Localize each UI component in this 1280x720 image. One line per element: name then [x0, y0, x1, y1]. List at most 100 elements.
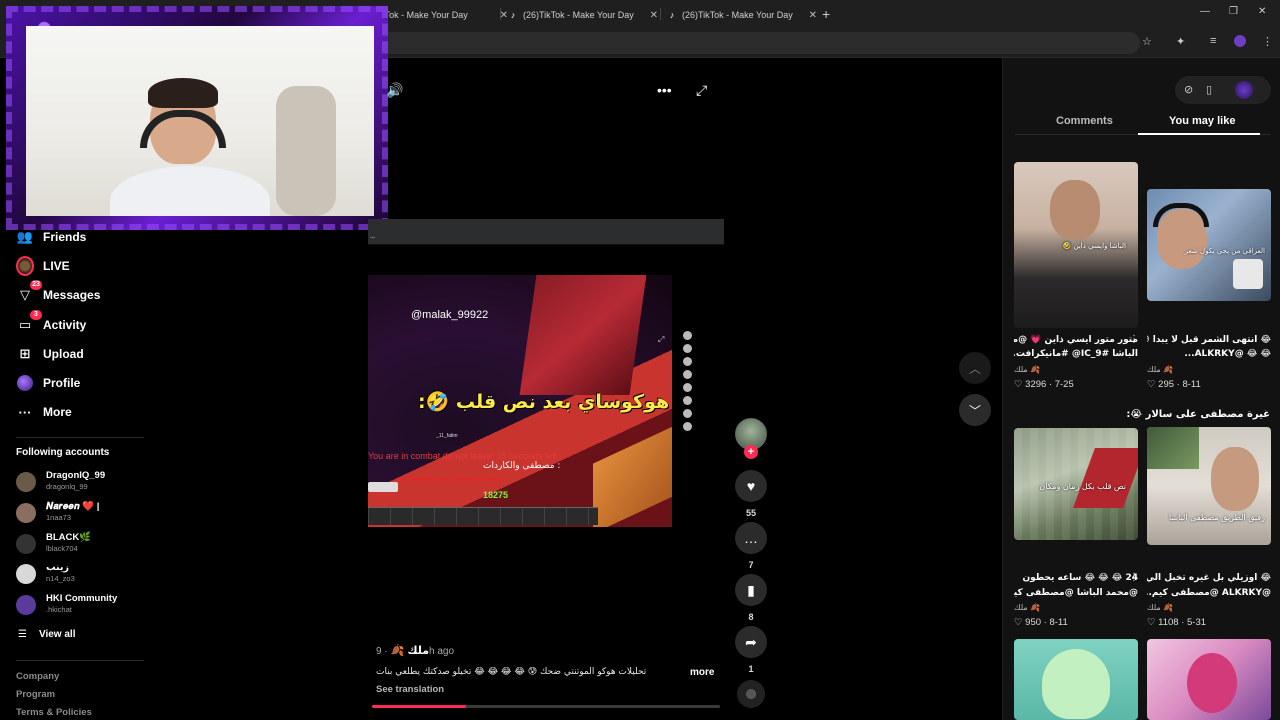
following-account[interactable]: DragonIQ_99 dragonlq_99 — [16, 470, 146, 496]
comment-button[interactable]: … 7 — [735, 522, 767, 570]
footer-link-terms[interactable]: Terms & Policies — [16, 707, 92, 718]
expand-icon: ⤢ — [658, 335, 665, 344]
avatar — [16, 472, 36, 492]
video-player[interactable]: ▪▪▪ @malak_99922 هوكوساي بعد نص قلب 🤣: _… — [368, 219, 724, 527]
card-stats: ♡ 3296 · 7-25 — [1014, 379, 1074, 390]
account-handle: n14_zo3 — [46, 574, 75, 583]
card-author[interactable]: ملك 🍂 — [1147, 365, 1173, 374]
sidebar-item-messages[interactable]: ▽ 23 Messages — [16, 280, 101, 306]
account-name: HKI Community — [46, 593, 118, 604]
video-card-thumbnail[interactable] — [1014, 639, 1138, 720]
address-bar[interactable] — [360, 32, 1140, 54]
webcam-chair — [276, 86, 336, 216]
video-content: @malak_99922 هوكوساي بعد نص قلب 🤣: _11_f… — [368, 275, 672, 527]
following-account[interactable]: HKI Community .hkichat — [16, 593, 146, 619]
sidebar-item-more[interactable]: ··· More — [16, 401, 72, 423]
close-window-icon[interactable]: ✕ — [1258, 6, 1266, 17]
thumbnail-caption: نص قلب بكل زمان ومكان — [1039, 482, 1126, 491]
card-more-icon[interactable]: ⋮ — [1261, 572, 1271, 583]
card-author[interactable]: ملك 🍂 — [1147, 603, 1173, 612]
thumbnail-caption: العراقي من يجي يكول شعر — [1184, 247, 1265, 255]
chevron-down-icon: ﹀ — [968, 403, 981, 418]
tab-separator — [500, 8, 501, 20]
card-more-icon[interactable]: ⋮ — [1129, 572, 1139, 583]
tab-close-icon[interactable]: ✕ — [809, 10, 817, 21]
bookmark-button[interactable]: ▮ 8 — [735, 574, 767, 622]
video-author[interactable]: ملك 🍂 — [391, 645, 429, 657]
minimize-icon[interactable]: — — [1200, 6, 1210, 17]
tab-comments[interactable]: Comments — [1056, 115, 1113, 127]
bookmark-star-icon[interactable]: ☆ — [1142, 35, 1152, 48]
card-caption[interactable]: @ALKRKY @مصطفى كيم... — [1147, 587, 1271, 600]
media-icon[interactable]: ≡ — [1210, 35, 1216, 47]
sidebar-item-live[interactable]: LIVE — [16, 255, 70, 277]
video-small-handle: _11_fatim — [436, 433, 458, 439]
video-card-thumbnail[interactable] — [1147, 639, 1271, 720]
device-icon[interactable]: ▯ — [1206, 83, 1212, 96]
sidebar-item-friends[interactable]: 👥 Friends — [16, 226, 86, 248]
video-card-thumbnail[interactable]: رفيق الطريق مصطفى الباشا — [1147, 427, 1271, 545]
card-author[interactable]: ملك 🍂 — [1014, 365, 1040, 374]
footer-link-program[interactable]: Program — [16, 689, 55, 700]
sidebar-item-profile[interactable]: Profile — [16, 372, 80, 394]
following-account[interactable]: BLACK🌿 lblack704 — [16, 532, 146, 558]
messages-badge: 23 — [30, 280, 42, 290]
card-caption[interactable]: 😂 انتهى الشمر قبل لا يبدا 😰 — [1147, 334, 1271, 347]
account-name: 𝑵𝒂𝒓𝒆𝒆𝒏 ❤️ | — [46, 501, 100, 512]
card-caption[interactable]: 😂 اوزيلي بل غيره تخبل الي بينهم — [1147, 572, 1271, 585]
following-accounts-title: Following accounts — [16, 447, 110, 458]
card-caption[interactable]: الباشا #IC_9@ #مانيكرافت... — [1014, 348, 1138, 361]
restore-icon[interactable]: ❐ — [1229, 6, 1238, 17]
activity-icon: ▭ 3 — [16, 310, 42, 334]
card-caption[interactable]: 😂 😂 @ALKRKY... — [1147, 348, 1271, 361]
more-options-icon[interactable]: ••• — [657, 82, 672, 98]
previous-video-button[interactable]: ︿ — [959, 352, 991, 384]
account-name: زينب — [46, 562, 69, 573]
next-video-button[interactable]: ﹀ — [959, 394, 991, 426]
tab-you-may-like[interactable]: You may like — [1169, 115, 1235, 127]
card-caption[interactable]: @محمد الباشا @مصطفى كيم... — [1014, 587, 1138, 600]
explore-icon[interactable]: ⊘ — [1184, 83, 1193, 96]
browser-profile-avatar[interactable] — [1234, 35, 1246, 47]
tab-title: (26)TikTok - Make Your Day — [682, 10, 793, 20]
account-handle: lblack704 — [46, 544, 78, 553]
tiktok-icon: ♪ — [510, 10, 516, 20]
music-disc-icon[interactable] — [737, 680, 765, 708]
following-account[interactable]: زينب n14_zo3 — [16, 562, 146, 588]
like-button[interactable]: ♥ 55 — [735, 470, 767, 518]
sidebar-divider — [16, 660, 144, 661]
card-more-icon[interactable]: ⋮ — [1261, 334, 1271, 345]
messages-icon: ▽ 23 — [16, 280, 42, 304]
card-stats: ♡ 295 · 8-11 — [1147, 379, 1201, 390]
card-stats: ♡ 950 · 8-11 — [1014, 617, 1068, 628]
user-avatar[interactable] — [1235, 81, 1253, 99]
sidebar-item-upload[interactable]: ⊞ Upload — [16, 343, 84, 365]
video-card-thumbnail[interactable]: نص قلب بكل زمان ومكان — [1014, 428, 1138, 540]
browser-menu-icon[interactable]: ⋮ — [1262, 35, 1273, 48]
new-tab-button[interactable]: + — [822, 6, 830, 22]
video-card-thumbnail[interactable]: الباشا وايسي ذاين 🤣 — [1014, 162, 1138, 328]
volume-icon[interactable]: 🔊 — [386, 82, 403, 99]
browser-tab-3[interactable]: ♪ (26)TikTok - Make Your Day ✕ — [667, 4, 817, 26]
video-progress-bar[interactable] — [372, 705, 720, 708]
sidebar-item-activity[interactable]: ▭ 3 Activity — [16, 310, 86, 336]
view-all-button[interactable]: ☰ View all — [18, 629, 75, 640]
fullscreen-icon[interactable]: ⤢ — [696, 82, 707, 99]
card-caption[interactable]: 24 😂 😂 😂 ساعه يحطون — [1014, 572, 1138, 585]
sidebar-item-label: Messages — [43, 288, 101, 302]
tab-close-icon[interactable]: ✕ — [650, 10, 658, 21]
following-account[interactable]: 𝑵𝒂𝒓𝒆𝒆𝒏 ❤️ | 1naa73 — [16, 501, 146, 527]
video-meta: ملك 🍂 · 9h ago — [376, 644, 454, 657]
share-button[interactable]: ➦ 1 — [735, 626, 767, 674]
browser-tab-2[interactable]: ♪ (26)TikTok - Make Your Day ✕ — [508, 4, 658, 26]
footer-link-company[interactable]: Company — [16, 671, 59, 682]
more-link[interactable]: more — [690, 667, 714, 678]
card-more-icon[interactable]: ⋮ — [1129, 334, 1139, 345]
video-card-thumbnail[interactable]: العراقي من يجي يكول شعر — [1147, 189, 1271, 301]
card-caption[interactable]: متور متور ايسي ذاين 💗 @محمد — [1014, 334, 1138, 347]
extensions-icon[interactable]: ✦ — [1176, 35, 1185, 48]
card-above-caption: غيرة مصطفى على سالار 😭: — [1126, 409, 1270, 420]
card-author[interactable]: ملك 🍂 — [1014, 603, 1040, 612]
see-translation-link[interactable]: See translation — [376, 684, 444, 695]
follow-button[interactable]: + — [744, 445, 758, 459]
